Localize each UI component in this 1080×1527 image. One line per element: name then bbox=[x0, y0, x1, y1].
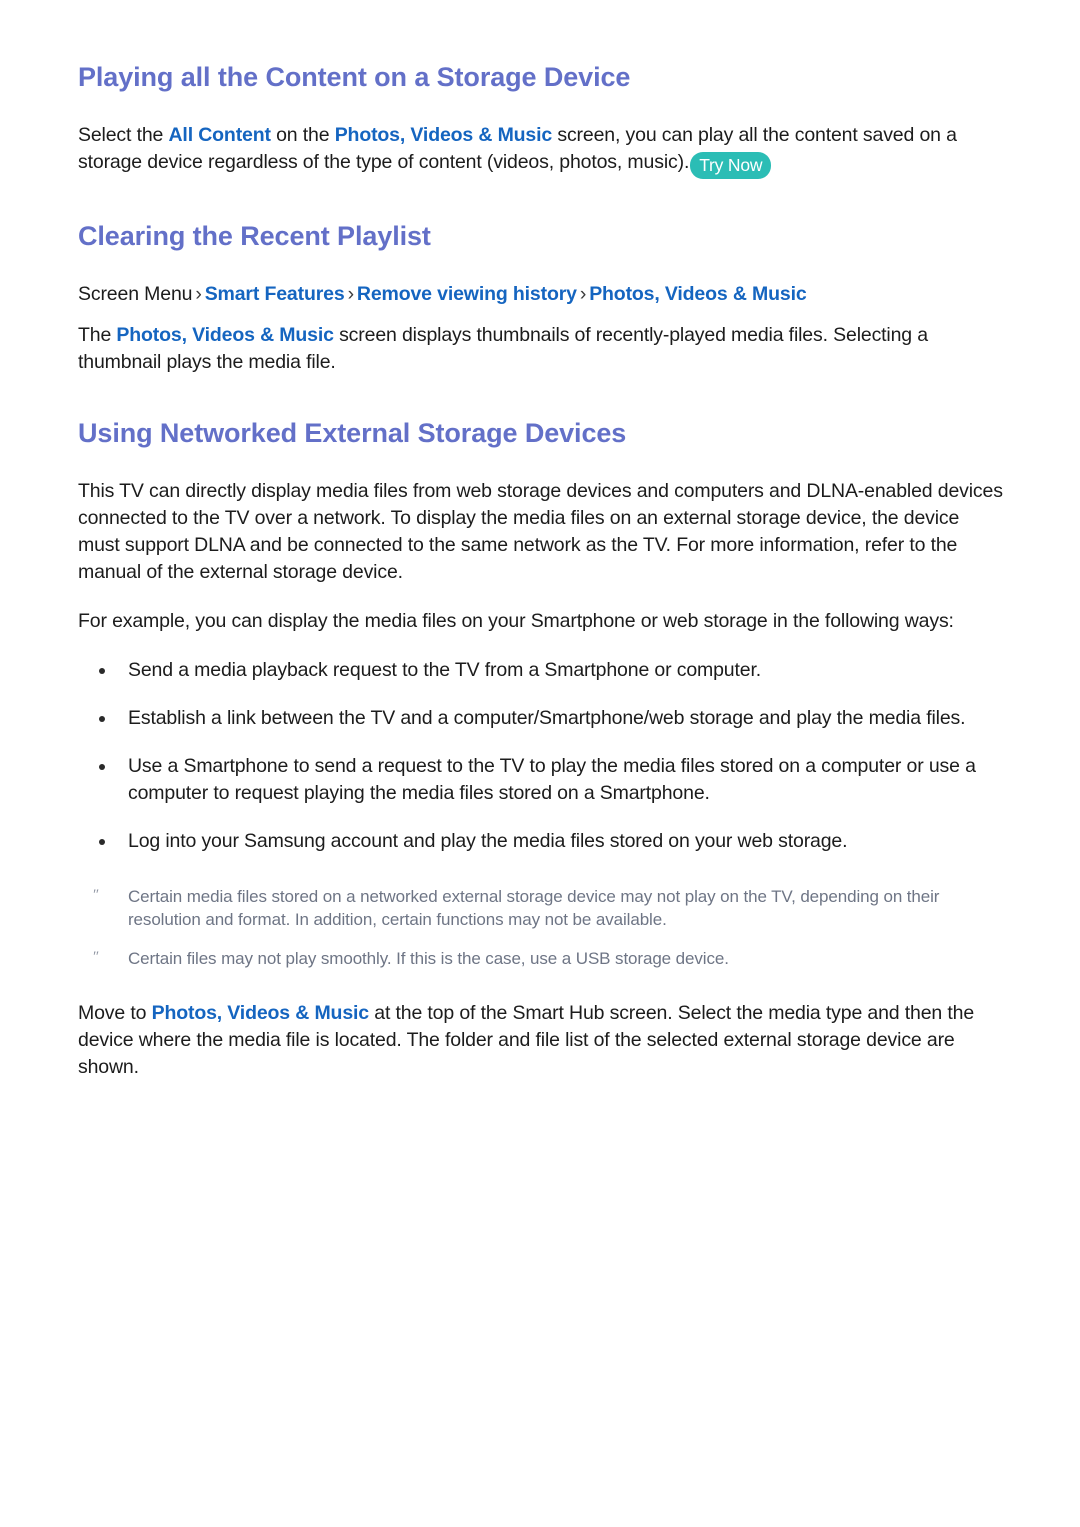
note-item-text: Certain media files stored on a networke… bbox=[128, 887, 940, 929]
chevron-right-icon: › bbox=[347, 283, 354, 305]
bullet-dot-icon bbox=[99, 839, 105, 845]
breadcrumb-item-smart-features[interactable]: Smart Features bbox=[205, 283, 345, 305]
paragraph-clearing-recent-playlist: The Photos, Videos & Music screen displa… bbox=[78, 322, 1003, 376]
bullet-dot-icon bbox=[99, 668, 105, 674]
document-page: Playing all the Content on a Storage Dev… bbox=[0, 0, 1080, 1527]
list-item: Log into your Samsung account and play t… bbox=[78, 828, 1003, 855]
note-item: ʺ Certain files may not play smoothly. I… bbox=[78, 947, 1003, 970]
link-all-content[interactable]: All Content bbox=[169, 124, 271, 146]
try-now-badge[interactable]: Try Now bbox=[690, 152, 772, 179]
quote-marker-icon: ʺ bbox=[93, 887, 99, 903]
paragraph-networked-storage-example: For example, you can display the media f… bbox=[78, 610, 954, 632]
list-item: Send a media playback request to the TV … bbox=[78, 657, 1003, 684]
breadcrumb-item-photos-videos-music[interactable]: Photos, Videos & Music bbox=[589, 283, 807, 305]
text-fragment: on the bbox=[270, 124, 335, 146]
chevron-right-icon: › bbox=[579, 283, 587, 305]
link-photos-videos-music[interactable]: Photos, Videos & Music bbox=[116, 324, 334, 346]
breadcrumb: Screen Menu › Smart Features › Remove viewin… bbox=[78, 281, 1003, 308]
note-list: ʺ Certain media files stored on a networ… bbox=[78, 885, 1003, 970]
heading-playing-all-content: Playing all the Content on a Storage Dev… bbox=[78, 62, 631, 92]
bullet-dot-icon bbox=[99, 764, 105, 770]
heading-clearing-recent-playlist: Clearing the Recent Playlist bbox=[78, 221, 431, 251]
list-item-text: Establish a link between the TV and a co… bbox=[128, 707, 966, 729]
chevron-right-icon: › bbox=[195, 283, 202, 305]
list-item: Establish a link between the TV and a co… bbox=[78, 705, 1003, 732]
text-fragment: Move to bbox=[78, 1002, 152, 1024]
paragraph-networked-storage-intro: This TV can directly display media files… bbox=[78, 480, 1003, 583]
document-content: Playing all the Content on a Storage Dev… bbox=[78, 60, 1003, 1081]
list-item-text: Send a media playback request to the TV … bbox=[128, 659, 761, 681]
breadcrumb-item-remove-viewing-history[interactable]: Remove viewing history bbox=[357, 283, 577, 305]
bullet-list-usage-ways: Send a media playback request to the TV … bbox=[78, 657, 1003, 855]
heading-using-networked-external-storage: Using Networked External Storage Devices bbox=[78, 418, 627, 448]
link-photos-videos-music[interactable]: Photos, Videos & Music bbox=[152, 1002, 370, 1024]
text-fragment: The bbox=[78, 324, 117, 346]
bullet-dot-icon bbox=[99, 716, 105, 722]
breadcrumb-root: Screen Menu bbox=[78, 283, 193, 305]
list-item: Use a Smartphone to send a request to th… bbox=[78, 753, 1003, 807]
list-item-text: Log into your Samsung account and play t… bbox=[128, 830, 848, 852]
list-item-text: Use a Smartphone to send a request to th… bbox=[128, 755, 976, 804]
quote-marker-icon: ʺ bbox=[93, 949, 99, 965]
paragraph-closing-move-to: Move to Photos, Videos & Music at the to… bbox=[78, 1000, 1003, 1081]
text-fragment: Select the bbox=[78, 124, 169, 146]
link-photos-videos-music[interactable]: Photos, Videos & Music bbox=[335, 124, 553, 146]
paragraph-playing-all-content: Select the All Content on the Photos, Vi… bbox=[78, 122, 1003, 179]
note-item-text: Certain files may not play smoothly. If … bbox=[128, 949, 729, 968]
note-item: ʺ Certain media files stored on a networ… bbox=[78, 885, 1003, 931]
